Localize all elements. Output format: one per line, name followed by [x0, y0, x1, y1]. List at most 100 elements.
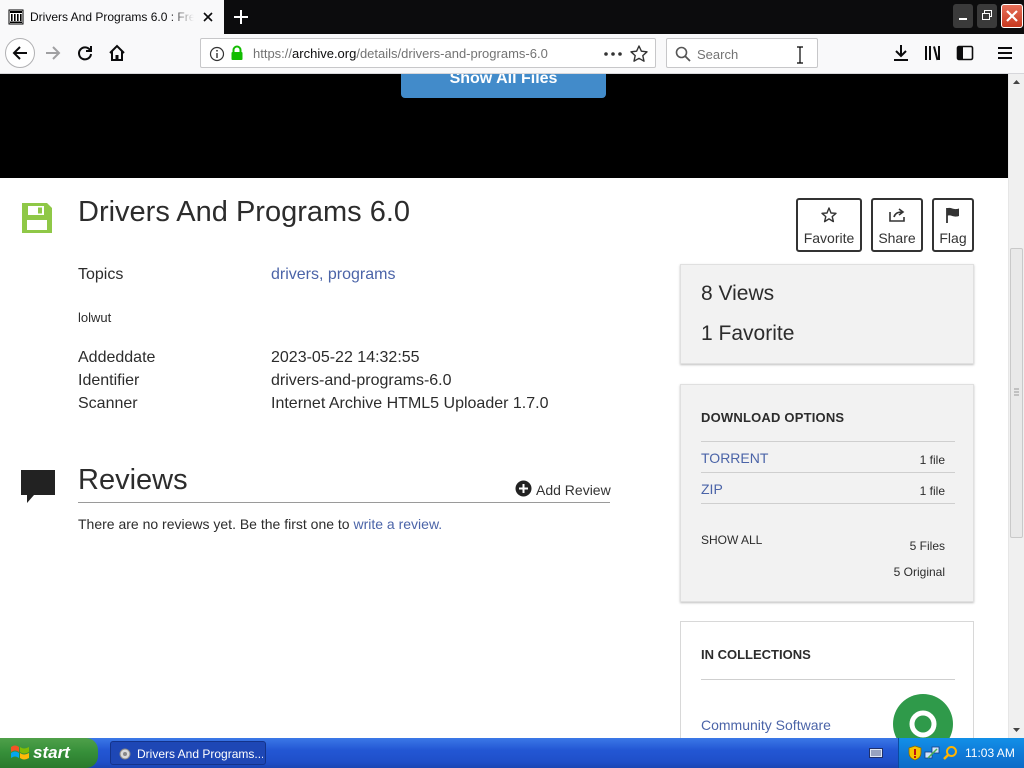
grip-icon: [1014, 388, 1019, 396]
taskbar-clock: 11:03 AM: [965, 746, 1015, 760]
scrollbar-thumb[interactable]: [1010, 248, 1023, 538]
arrow-right-icon: [46, 46, 61, 60]
lock-icon[interactable]: [230, 45, 244, 61]
topic-link[interactable]: programs: [328, 266, 396, 283]
collection-thumbnail[interactable]: [893, 694, 953, 738]
window-restore-button[interactable]: [977, 4, 997, 28]
scroll-down-arrow-icon[interactable]: [1009, 722, 1024, 738]
taskbar-window-label: Drivers And Programs...: [137, 747, 263, 761]
network-icon[interactable]: [924, 745, 940, 761]
item-title: Drivers And Programs 6.0: [78, 196, 411, 228]
url-scheme: https://: [253, 46, 293, 61]
show-all-files-button[interactable]: Show All Files: [401, 74, 606, 98]
add-review-label: Add Review: [536, 482, 611, 498]
text-cursor-icon: [797, 46, 803, 64]
url-text[interactable]: https://archive.org/details/drivers-and-…: [253, 46, 548, 61]
page-scrollbar[interactable]: [1008, 74, 1024, 738]
search-input[interactable]: [697, 45, 797, 63]
collections-panel: IN COLLECTIONS Community Software: [680, 621, 974, 738]
share-icon: [889, 208, 905, 222]
reviews-heading: Reviews: [78, 464, 188, 496]
favorites-count: 1 Favorite: [701, 322, 795, 345]
downloads-button[interactable]: [886, 38, 916, 68]
flag-label: Flag: [939, 230, 967, 246]
start-button[interactable]: start: [0, 738, 98, 768]
security-shield-icon[interactable]: [907, 745, 923, 761]
tab-close-icon[interactable]: [199, 8, 217, 26]
show-all-downloads-link[interactable]: SHOW ALL: [701, 533, 762, 547]
back-button[interactable]: [5, 38, 35, 68]
original-files-count[interactable]: 5 Original: [894, 565, 945, 579]
url-bar[interactable]: https://archive.org/details/drivers-and-…: [200, 38, 656, 68]
library-button[interactable]: [918, 38, 948, 68]
addeddate-value: 2023-05-22 14:32:55: [271, 349, 420, 366]
share-button[interactable]: Share: [871, 198, 923, 252]
reviews-divider: [78, 502, 610, 503]
favorite-button[interactable]: Favorite: [796, 198, 862, 252]
gear-app-icon: [119, 748, 131, 760]
browser-tab-bar: Drivers And Programs 6.0 : Free Download: [0, 0, 1024, 34]
browser-nav-bar: https://archive.org/details/drivers-and-…: [0, 34, 1024, 74]
archive-favicon-icon: [8, 9, 24, 25]
system-tray: 11:03 AM: [898, 738, 1024, 768]
views-count: 8 Views: [701, 282, 775, 305]
software-floppy-icon: [22, 203, 52, 233]
flag-icon: [946, 207, 959, 223]
speech-bubble-icon: [21, 470, 55, 503]
download-file-count: 1 file: [919, 484, 945, 498]
home-button[interactable]: [102, 38, 132, 68]
home-icon: [109, 44, 125, 61]
page-viewport: Show All Files Drivers And Programs 6.0 …: [0, 74, 1008, 738]
theater-area: Show All Files: [0, 74, 1008, 178]
restore-icon: [982, 10, 992, 20]
download-zip-link[interactable]: ZIP: [701, 481, 723, 497]
taskbar-window-button[interactable]: Drivers And Programs...: [110, 741, 266, 765]
flag-button[interactable]: Flag: [932, 198, 974, 252]
window-close-button[interactable]: [1001, 4, 1023, 28]
collection-logo-icon: [909, 710, 937, 738]
sidebar-icon: [956, 45, 974, 61]
collections-divider: [701, 679, 955, 680]
keyboard-icon[interactable]: [869, 747, 883, 759]
topics-value: drivers, programs: [271, 266, 395, 284]
search-magnifier-icon[interactable]: [942, 745, 958, 761]
total-files-count[interactable]: 5 Files: [910, 539, 945, 553]
browser-tab[interactable]: Drivers And Programs 6.0 : Free Download: [0, 0, 224, 34]
download-divider: [701, 472, 955, 473]
identifier-label: Identifier: [78, 372, 140, 389]
forward-button[interactable]: [38, 38, 68, 68]
identifier-value: drivers-and-programs-6.0: [271, 372, 452, 389]
favorite-label: Favorite: [803, 230, 855, 246]
scanner-label: Scanner: [78, 395, 138, 412]
minimize-icon: [959, 18, 967, 20]
addeddate-label: Addeddate: [78, 349, 156, 366]
star-icon: [821, 207, 837, 223]
scroll-up-arrow-icon[interactable]: [1009, 74, 1024, 90]
download-options-panel: DOWNLOAD OPTIONS TORRENT 1 file ZIP 1 fi…: [680, 384, 974, 602]
info-icon[interactable]: [209, 46, 225, 62]
search-icon: [675, 46, 691, 62]
reload-button[interactable]: [70, 38, 100, 68]
new-tab-icon[interactable]: [228, 4, 254, 30]
item-description: lolwut: [78, 310, 112, 325]
page-actions-ellipsis-icon[interactable]: [601, 45, 625, 63]
collection-link[interactable]: Community Software: [701, 717, 831, 733]
download-divider: [701, 503, 955, 504]
hamburger-icon: [998, 47, 1012, 59]
download-options-heading: DOWNLOAD OPTIONS: [701, 410, 845, 425]
topic-link[interactable]: drivers: [271, 266, 319, 283]
app-menu-button[interactable]: [990, 38, 1020, 68]
url-host: archive.org: [292, 46, 357, 61]
share-label: Share: [878, 230, 916, 246]
download-divider: [701, 441, 955, 442]
window-minimize-button[interactable]: [953, 4, 973, 28]
download-torrent-link[interactable]: TORRENT: [701, 450, 768, 466]
topic-separator: ,: [319, 266, 328, 283]
write-review-link[interactable]: write a review.: [353, 516, 442, 532]
scanner-value: Internet Archive HTML5 Uploader 1.7.0: [271, 395, 549, 412]
plus-circle-icon: [515, 480, 532, 497]
download-file-count: 1 file: [919, 453, 945, 467]
windows-taskbar: start Drivers And Programs... 11:03 AM: [0, 738, 1024, 768]
sidebar-toggle-button[interactable]: [950, 38, 980, 68]
bookmark-star-icon[interactable]: [629, 44, 649, 64]
